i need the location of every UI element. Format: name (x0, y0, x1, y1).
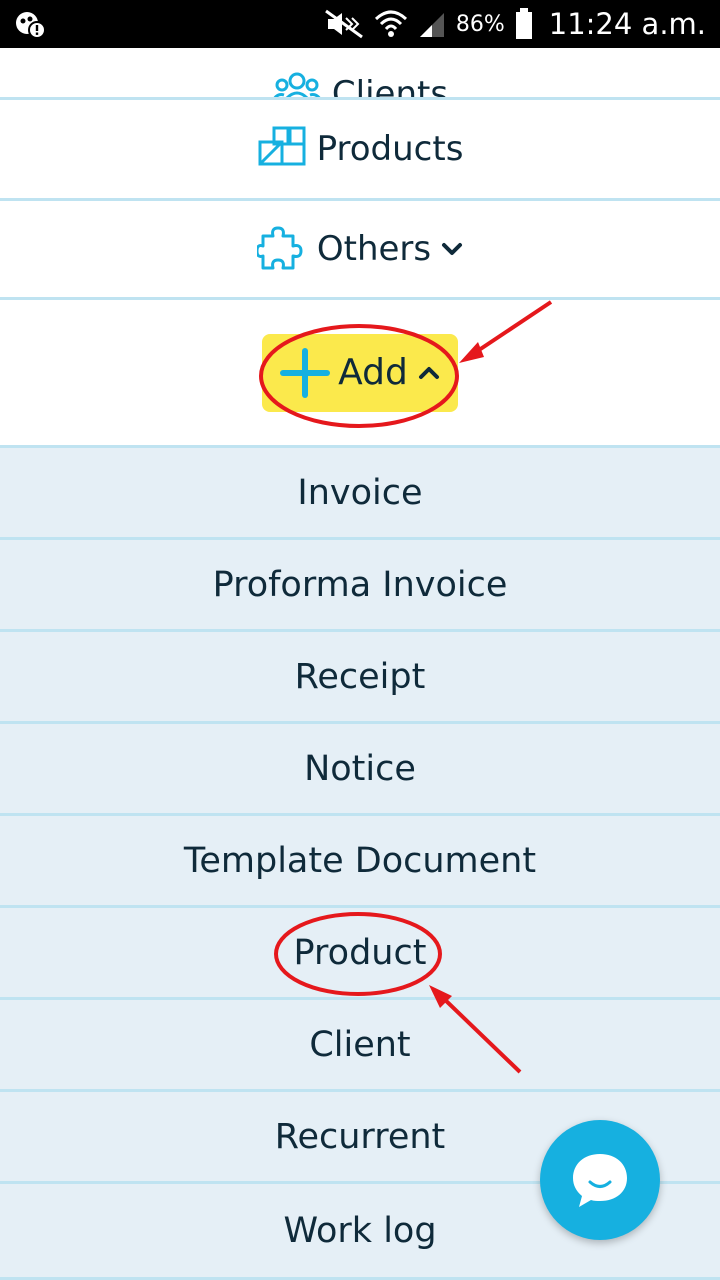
chevron-down-icon (442, 243, 463, 255)
clock: 11:24 a.m. (548, 7, 706, 41)
menu-item-products[interactable]: Products (0, 100, 720, 201)
chat-bubble-icon (573, 1154, 627, 1207)
submenu-item-label: Notice (304, 748, 416, 789)
wifi-icon (374, 10, 407, 37)
submenu-item-notice[interactable]: Notice (0, 724, 720, 816)
submenu-item-label: Receipt (294, 656, 426, 697)
submenu-item-proforma-invoice[interactable]: Proforma Invoice (0, 540, 720, 632)
chevron-up-icon (418, 366, 439, 379)
puzzle-icon (256, 226, 303, 270)
notification-alert-icon (16, 12, 46, 39)
battery-percent: 86% (455, 11, 505, 37)
status-bar: 86% 11:24 a.m. (0, 0, 720, 48)
menu-item-clients[interactable]: Clients (0, 48, 720, 100)
add-button[interactable]: Add (262, 333, 458, 412)
boxes-icon (258, 126, 306, 166)
add-label: Add (338, 352, 408, 393)
plus-icon (280, 347, 331, 398)
mute-icon (324, 9, 363, 39)
submenu-item-label: Work log (283, 1210, 437, 1251)
submenu-item-receipt[interactable]: Receipt (0, 632, 720, 724)
submenu-item-label: Product (293, 932, 427, 973)
menu-item-label: Products (316, 129, 464, 169)
signal-icon (419, 13, 444, 37)
submenu-item-label: Recurrent (274, 1116, 446, 1157)
menu-item-label: Others (316, 229, 432, 269)
battery-icon (515, 8, 532, 39)
submenu-item-label: Client (309, 1024, 411, 1065)
chat-button[interactable] (540, 1120, 660, 1240)
submenu-item-client[interactable]: Client (0, 1000, 720, 1092)
submenu-item-label: Template Document (183, 840, 537, 881)
people-icon (273, 72, 321, 97)
submenu-item-template-document[interactable]: Template Document (0, 816, 720, 908)
submenu-item-label: Invoice (297, 472, 423, 513)
menu-item-label: Clients (331, 74, 449, 100)
submenu-item-label: Proforma Invoice (212, 564, 508, 605)
submenu-item-invoice[interactable]: Invoice (0, 448, 720, 540)
menu-item-add[interactable]: Add (0, 300, 720, 448)
menu-item-others[interactable]: Others (0, 201, 720, 300)
submenu-item-product[interactable]: Product (0, 908, 720, 1000)
